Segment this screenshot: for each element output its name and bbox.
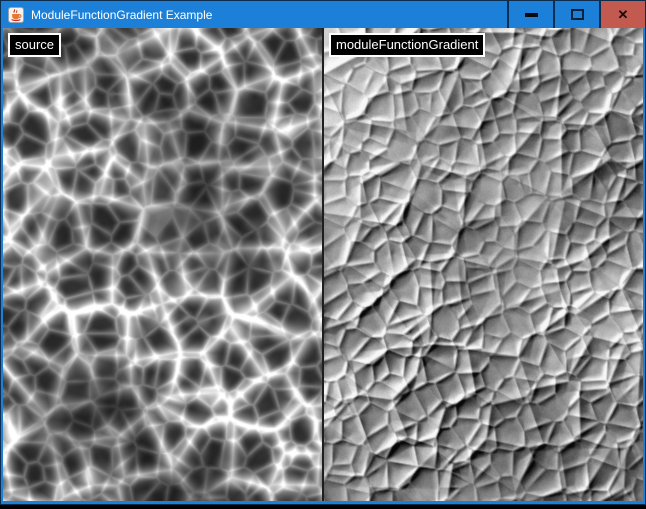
window-title: ModuleFunctionGradient Example — [31, 8, 507, 22]
maximize-icon — [571, 9, 584, 20]
gradient-noise-image — [324, 28, 643, 501]
app-window: ModuleFunctionGradient Example ✕ source … — [0, 0, 646, 505]
gradient-image-panel: moduleFunctionGradient — [324, 28, 643, 501]
gradient-image-label: moduleFunctionGradient — [329, 33, 485, 57]
titlebar-buttons: ✕ — [507, 1, 645, 28]
source-noise-image — [3, 28, 322, 501]
close-icon: ✕ — [618, 8, 629, 21]
minimize-button[interactable] — [507, 1, 553, 28]
source-image-label: source — [8, 33, 61, 57]
maximize-button[interactable] — [553, 1, 599, 28]
titlebar[interactable]: ModuleFunctionGradient Example ✕ — [1, 1, 645, 28]
minimize-icon — [525, 13, 538, 17]
content-area: source moduleFunctionGradient — [3, 28, 643, 501]
close-button[interactable]: ✕ — [599, 1, 645, 28]
java-coffee-cup-icon — [8, 7, 24, 23]
source-image-panel: source — [3, 28, 322, 501]
